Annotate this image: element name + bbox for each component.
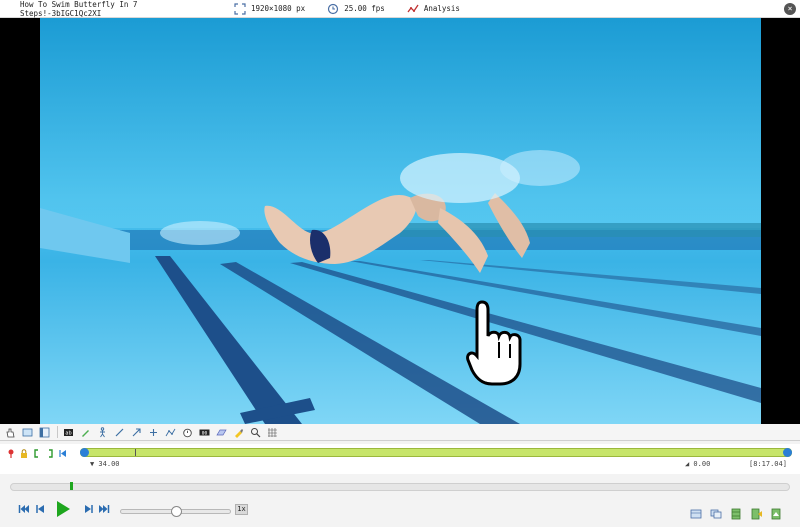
first-frame-icon[interactable] — [18, 503, 30, 515]
bracket-end-icon[interactable] — [45, 448, 54, 458]
crosshair-icon[interactable] — [147, 426, 160, 439]
stickman-icon[interactable] — [96, 426, 109, 439]
speed-value: 1x — [235, 504, 248, 515]
playback-controls: 1x — [0, 497, 800, 527]
resolution-text: 1920×1080 px — [251, 4, 306, 13]
svg-text:00: 00 — [202, 430, 208, 436]
analysis-icon — [407, 4, 419, 12]
info-bar: How To Swim Butterfly In 7 Steps!-3bIGC1… — [0, 0, 800, 18]
screenshot-icon[interactable] — [21, 426, 34, 439]
dual-view-icon[interactable] — [710, 505, 722, 519]
magnifier-icon[interactable] — [249, 426, 262, 439]
playback-position-bar[interactable] — [10, 482, 790, 491]
resolution-icon — [234, 2, 246, 15]
marker-icon[interactable] — [232, 426, 245, 439]
timeline-tools — [6, 448, 71, 458]
svg-text:ab: ab — [65, 430, 71, 436]
analysis-button[interactable]: Analysis — [407, 0, 460, 18]
counter-icon[interactable]: 00 — [198, 426, 211, 439]
clock-icon — [328, 3, 339, 14]
play-icon[interactable] — [55, 500, 71, 518]
coordinates-icon[interactable] — [266, 426, 279, 439]
video-area — [0, 18, 800, 424]
pencil-icon[interactable] — [79, 426, 92, 439]
timeline-cursor — [135, 449, 136, 456]
pin-icon[interactable] — [6, 448, 15, 458]
arrow-icon[interactable] — [130, 426, 143, 439]
analysis-label: Analysis — [423, 4, 460, 13]
speed-slider[interactable] — [120, 506, 231, 517]
timeline-labels: ▼ 34.00 ◢ 0.00 [8:17.04] — [0, 460, 800, 470]
previous-frame-icon[interactable] — [34, 503, 46, 515]
video-title: How To Swim Butterfly In 7 Steps!-3bIGC1… — [20, 0, 138, 18]
selection-duration-label: ◢ 0.00 — [685, 460, 711, 468]
film-strip-icon[interactable] — [730, 505, 742, 520]
polyline-icon[interactable] — [164, 426, 177, 439]
start-time-label: ▼ 34.00 — [90, 460, 120, 468]
grid-icon[interactable]: ab — [62, 426, 75, 439]
save-frame-icon[interactable] — [770, 505, 782, 520]
bracket-start-icon[interactable] — [32, 448, 41, 458]
framerate-text: 25.00 fps — [344, 4, 385, 13]
export-video-icon[interactable] — [750, 505, 762, 520]
framerate-readout: 25.00 fps — [327, 0, 385, 18]
resolution-readout: 1920×1080 px — [234, 0, 305, 18]
panel-icon[interactable] — [38, 426, 51, 439]
plane-icon[interactable] — [215, 426, 228, 439]
stopwatch-icon[interactable] — [181, 426, 194, 439]
jump-to-start-icon[interactable] — [58, 448, 67, 458]
selection-range-track[interactable] — [80, 448, 792, 457]
close-icon[interactable]: × — [784, 3, 796, 15]
next-frame-icon[interactable] — [83, 503, 95, 515]
playhead-marker[interactable] — [70, 482, 73, 490]
lock-icon[interactable] — [19, 448, 28, 458]
drawing-toolbar: ab 00 — [0, 424, 800, 441]
view-tools — [682, 505, 782, 520]
hand-icon[interactable] — [4, 426, 17, 439]
total-duration-label: [8:17.04] — [749, 460, 787, 468]
toolbar-separator — [57, 426, 58, 438]
range-start-handle[interactable] — [80, 448, 89, 457]
video-picture — [40, 18, 761, 424]
speed-slider-knob[interactable] — [171, 506, 182, 517]
single-view-icon[interactable] — [690, 505, 702, 519]
video-analysis-window: How To Swim Butterfly In 7 Steps!-3bIGC1… — [0, 0, 800, 527]
timeline: ▼ 34.00 ◢ 0.00 [8:17.04] — [0, 444, 800, 474]
video-frame[interactable] — [40, 18, 761, 424]
line-icon[interactable] — [113, 426, 126, 439]
last-frame-icon[interactable] — [98, 503, 110, 515]
range-end-handle[interactable] — [783, 448, 792, 457]
